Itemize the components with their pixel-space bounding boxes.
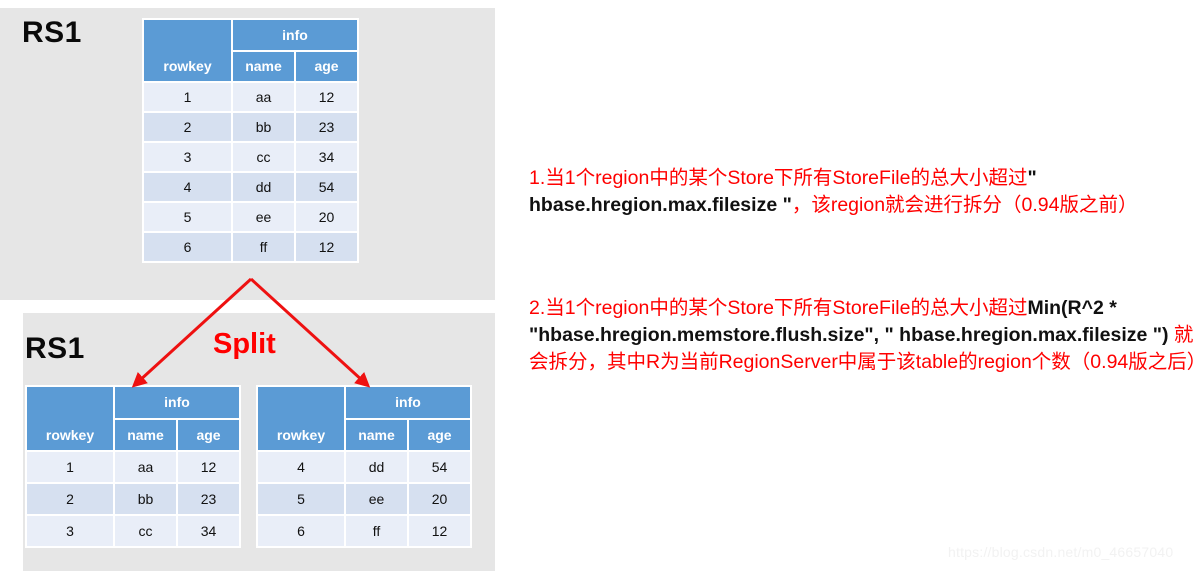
cell-age: 20 <box>296 203 357 231</box>
table-row: 5 ee 20 <box>258 484 470 514</box>
header-age: age <box>296 51 357 81</box>
cell-name: ff <box>346 516 407 546</box>
note-paragraph-1: 1.当1个region中的某个Store下所有StoreFile的总大小超过" … <box>529 165 1201 219</box>
table-body-right: 4 dd 54 5 ee 20 6 ff 12 <box>258 452 470 546</box>
cell-rowkey: 2 <box>144 113 231 141</box>
note-text: ，该region就会进行拆分（0.94版之前） <box>791 194 1138 216</box>
cell-age: 12 <box>296 83 357 111</box>
cell-rowkey: 4 <box>258 452 344 482</box>
header-rowkey: rowkey <box>27 387 113 450</box>
cell-name: cc <box>233 143 294 171</box>
cell-age: 12 <box>409 516 470 546</box>
header-age: age <box>409 419 470 450</box>
cell-name: ee <box>233 203 294 231</box>
cell-age: 20 <box>409 484 470 514</box>
header-info: info <box>115 387 239 418</box>
cell-age: 54 <box>409 452 470 482</box>
header-info: info <box>346 387 470 418</box>
cell-name: bb <box>115 484 176 514</box>
cell-rowkey: 1 <box>144 83 231 111</box>
cell-rowkey: 2 <box>27 484 113 514</box>
cell-name: ee <box>346 484 407 514</box>
header-name: name <box>233 51 294 81</box>
region-server-label-bottom: RS1 <box>25 332 85 365</box>
table-body-left: 1 aa 12 2 bb 23 3 cc 34 <box>27 452 239 546</box>
cell-age: 23 <box>296 113 357 141</box>
cell-rowkey: 1 <box>27 452 113 482</box>
table-row: 4 dd 54 <box>144 173 357 201</box>
cell-rowkey: 6 <box>258 516 344 546</box>
cell-rowkey: 4 <box>144 173 231 201</box>
cell-name: ff <box>233 233 294 261</box>
cell-age: 34 <box>296 143 357 171</box>
table-row: 5 ee 20 <box>144 203 357 231</box>
header-name: name <box>346 419 407 450</box>
table-row: 3 cc 34 <box>144 143 357 171</box>
cell-age: 34 <box>178 516 239 546</box>
cell-age: 54 <box>296 173 357 201</box>
table-header-row-1: rowkey info <box>258 387 470 450</box>
region-server-label-top: RS1 <box>22 16 82 49</box>
table-body-original: 1 aa 12 2 bb 23 3 cc 34 4 dd 54 5 ee 20 6 ff 12 <box>144 83 357 261</box>
hbase-table-split-left: rowkey info name age 1 aa 12 2 bb 23 3 cc 34 <box>25 385 241 548</box>
header-name: name <box>115 419 176 450</box>
cell-rowkey: 5 <box>144 203 231 231</box>
table-header-original: rowkey info name age <box>144 20 357 81</box>
watermark: https://blog.csdn.net/m0_46657040 <box>948 544 1174 560</box>
note-text: 2.当1个region中的某个Store下所有StoreFile的总大小超过 <box>529 297 1028 319</box>
cell-name: aa <box>115 452 176 482</box>
cell-name: dd <box>346 452 407 482</box>
header-rowkey: rowkey <box>144 20 231 81</box>
table-row: 6 ff 12 <box>144 233 357 261</box>
table-row: 6 ff 12 <box>258 516 470 546</box>
header-info: info <box>233 20 357 50</box>
cell-name: aa <box>233 83 294 111</box>
table-header-row-1: rowkey info <box>27 387 239 450</box>
cell-rowkey: 6 <box>144 233 231 261</box>
table-row: 2 bb 23 <box>144 113 357 141</box>
cell-rowkey: 5 <box>258 484 344 514</box>
cell-name: cc <box>115 516 176 546</box>
split-label: Split <box>213 328 276 360</box>
table-row: 1 aa 12 <box>27 452 239 482</box>
hbase-table-original: rowkey info name age 1 aa 12 2 bb 23 3 cc 34 4 dd 5… <box>142 18 359 263</box>
table-header-row-1: rowkey info <box>144 20 357 81</box>
cell-name: bb <box>233 113 294 141</box>
header-age: age <box>178 419 239 450</box>
table-header-right: rowkey info name age <box>258 387 470 450</box>
header-rowkey: rowkey <box>258 387 344 450</box>
note-text: 1.当1个region中的某个Store下所有StoreFile的总大小超过 <box>529 167 1028 189</box>
cell-rowkey: 3 <box>144 143 231 171</box>
table-row: 3 cc 34 <box>27 516 239 546</box>
note-paragraph-2: 2.当1个region中的某个Store下所有StoreFile的总大小超过Mi… <box>529 295 1204 376</box>
table-row: 2 bb 23 <box>27 484 239 514</box>
cell-rowkey: 3 <box>27 516 113 546</box>
table-row: 1 aa 12 <box>144 83 357 111</box>
cell-name: dd <box>233 173 294 201</box>
cell-age: 12 <box>178 452 239 482</box>
table-row: 4 dd 54 <box>258 452 470 482</box>
cell-age: 12 <box>296 233 357 261</box>
cell-age: 23 <box>178 484 239 514</box>
table-header-left: rowkey info name age <box>27 387 239 450</box>
hbase-table-split-right: rowkey info name age 4 dd 54 5 ee 20 6 ff 12 <box>256 385 472 548</box>
